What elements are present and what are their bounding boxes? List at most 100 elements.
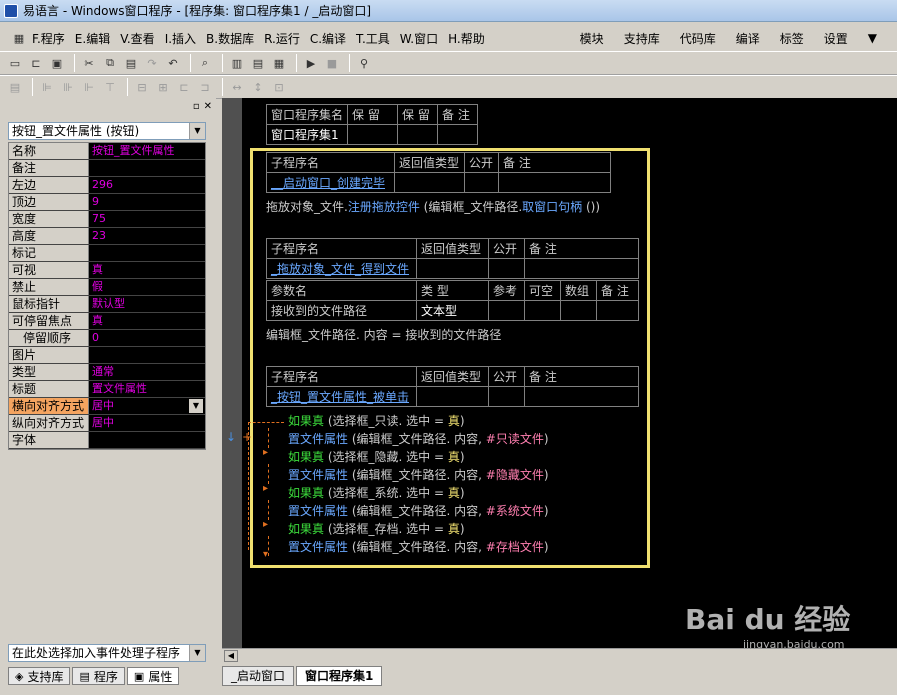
prop-row[interactable]: 可视真 — [9, 262, 205, 279]
prop-value[interactable] — [89, 432, 205, 448]
code-line[interactable]: 置文件属性 (编辑框_文件路径. 内容, #只读文件) — [288, 430, 549, 447]
prop-value[interactable]: 按钮_置文件属性 — [89, 143, 205, 159]
tab-support-lib[interactable]: ◈ 支持库 — [8, 667, 71, 685]
prop-row-selected[interactable]: 横向对齐方式 居中 ▼ — [9, 398, 205, 415]
prop-value[interactable]: 居中 — [89, 415, 205, 431]
menu-run[interactable]: R.运行 — [264, 30, 300, 47]
tab-program[interactable]: ▤ 程序 — [72, 667, 125, 685]
sub-name[interactable]: _按钮_置文件属性_被单击 — [266, 386, 417, 407]
menu-help[interactable]: H.帮助 — [448, 30, 485, 47]
prop-row[interactable]: 图片 — [9, 347, 205, 364]
code-line[interactable]: 拖放对象_文件.注册拖放控件 (编辑框_文件路径.取窗口句柄 ()) — [266, 198, 600, 215]
assembly-name[interactable]: 窗口程序集1 — [265, 124, 349, 145]
app-menu-icon[interactable]: ▦ — [10, 29, 28, 47]
prop-row[interactable]: 停留顺序 0 — [9, 330, 205, 347]
code-line[interactable]: 如果真 (选择框_系统. 选中 = 真) — [288, 484, 465, 501]
horizontal-scrollbar[interactable]: ◀ — [222, 648, 897, 662]
same-width-icon[interactable]: ⊏ — [175, 78, 193, 96]
pin-icon[interactable]: ▫ — [193, 101, 200, 112]
tab-window-assembly[interactable]: 窗口程序集1 — [296, 666, 383, 686]
scroll-left-icon[interactable]: ◀ — [224, 650, 238, 662]
prop-row[interactable]: 禁止假 — [9, 279, 205, 296]
menu-tools[interactable]: T.工具 — [356, 30, 390, 47]
menu-database[interactable]: B.数据库 — [206, 30, 254, 47]
grid-icon[interactable]: ⊡ — [270, 78, 288, 96]
code-line[interactable]: 编辑框_文件路径. 内容 = 接收到的文件路径 — [266, 326, 501, 343]
center-h-icon[interactable]: ⊟ — [133, 78, 151, 96]
copy-icon[interactable]: ⧉ — [101, 54, 119, 72]
run-icon[interactable]: ▶ — [302, 54, 320, 72]
prop-row[interactable]: 顶边 9 — [9, 194, 205, 211]
prop-row[interactable]: 可停留焦点真 — [9, 313, 205, 330]
table-cell[interactable] — [437, 124, 479, 145]
table-cell[interactable] — [524, 386, 639, 407]
table-cell[interactable] — [464, 172, 499, 193]
binoculars-icon[interactable]: ⚲ — [355, 54, 373, 72]
chevron-down-icon[interactable]: ▼ — [189, 399, 203, 413]
table-cell[interactable] — [488, 386, 525, 407]
prop-value[interactable]: 置文件属性 — [89, 381, 205, 397]
prop-row[interactable]: 鼠标指针 默认型 — [9, 296, 205, 313]
chevron-down-icon[interactable]: ▼ — [189, 645, 205, 661]
chevron-down-icon[interactable]: ▼ — [868, 31, 877, 45]
save-icon[interactable]: ▣ — [48, 54, 66, 72]
table-cell[interactable] — [488, 258, 525, 279]
menu-edit[interactable]: E.编辑 — [75, 30, 110, 47]
table-cell[interactable] — [416, 386, 489, 407]
prop-row[interactable]: 标题 置文件属性 — [9, 381, 205, 398]
open-folder-icon[interactable]: ⊏ — [27, 54, 45, 72]
menu-tags[interactable]: 标签 — [780, 30, 804, 47]
code-line[interactable]: 如果真 (选择框_只读. 选中 = 真) — [288, 412, 465, 429]
prop-row[interactable]: 左边 296 — [9, 177, 205, 194]
prop-value[interactable] — [89, 160, 205, 176]
new-file-icon[interactable]: ▭ — [6, 54, 24, 72]
table-cell[interactable] — [524, 300, 561, 321]
sub-name[interactable]: _拖放对象_文件_得到文件 — [266, 258, 417, 279]
prop-value[interactable]: 真 — [89, 262, 205, 278]
close-icon[interactable]: ✕ — [204, 101, 212, 112]
object-selector[interactable]: 按钮_置文件属性 (按钮) ▼ — [8, 122, 206, 140]
prop-row[interactable]: 标记 — [9, 245, 205, 262]
undo-icon[interactable]: ↶ — [164, 54, 182, 72]
menu-module[interactable]: 模块 — [580, 30, 604, 47]
tab-start-window[interactable]: _启动窗口 — [222, 666, 295, 686]
same-height-icon[interactable]: ⊐ — [196, 78, 214, 96]
prop-value[interactable] — [89, 245, 205, 261]
prop-value[interactable]: 9 — [89, 194, 205, 210]
menu-settings[interactable]: 设置 — [824, 30, 848, 47]
prop-value[interactable]: 75 — [89, 211, 205, 227]
table-cell[interactable] — [416, 258, 489, 279]
align-center-icon[interactable]: ⊪ — [59, 78, 77, 96]
table-cell[interactable] — [347, 124, 399, 145]
code-editor[interactable]: 窗口程序集名 保 留 保 留 备 注 窗口程序集1 子程序名 返回值类型 公开 … — [222, 98, 897, 651]
cut-icon[interactable]: ✂ — [80, 54, 98, 72]
prop-row[interactable]: 名称 按钮_置文件属性 — [9, 143, 205, 160]
menu-support-lib[interactable]: 支持库 — [624, 30, 660, 47]
space-h-icon[interactable]: ↔ — [228, 78, 246, 96]
prop-row[interactable]: 纵向对齐方式 居中 — [9, 415, 205, 432]
find-icon[interactable]: ⌕ — [196, 54, 214, 72]
prop-row[interactable]: 类型 通常 — [9, 364, 205, 381]
event-selector[interactable]: 在此处选择加入事件处理子程序 ▼ — [8, 644, 206, 662]
prop-value[interactable]: 0 — [89, 330, 205, 346]
align-icon[interactable]: ▤ — [6, 78, 24, 96]
menu-program[interactable]: F.程序 — [32, 30, 65, 47]
param-type[interactable]: 文本型 — [416, 300, 489, 321]
tab-properties[interactable]: ▣ 属性 — [126, 667, 180, 685]
table-cell[interactable] — [596, 300, 639, 321]
prop-value[interactable]: 默认型 — [89, 296, 205, 312]
table-cell[interactable] — [488, 300, 525, 321]
prop-row[interactable]: 宽度 75 — [9, 211, 205, 228]
code-line[interactable]: 置文件属性 (编辑框_文件路径. 内容, #存档文件) — [288, 538, 549, 555]
menu-insert[interactable]: I.插入 — [165, 30, 196, 47]
prop-value[interactable]: 23 — [89, 228, 205, 244]
prop-row[interactable]: 字体 — [9, 432, 205, 449]
center-v-icon[interactable]: ⊞ — [154, 78, 172, 96]
layout3-icon[interactable]: ▦ — [270, 54, 288, 72]
space-v-icon[interactable]: ↕ — [249, 78, 267, 96]
align-right-icon[interactable]: ⊩ — [80, 78, 98, 96]
align-top-icon[interactable]: ⊤ — [101, 78, 119, 96]
prop-value[interactable]: 296 — [89, 177, 205, 193]
param-name[interactable]: 接收到的文件路径 — [266, 300, 417, 321]
menu-compile[interactable]: C.编译 — [310, 30, 346, 47]
